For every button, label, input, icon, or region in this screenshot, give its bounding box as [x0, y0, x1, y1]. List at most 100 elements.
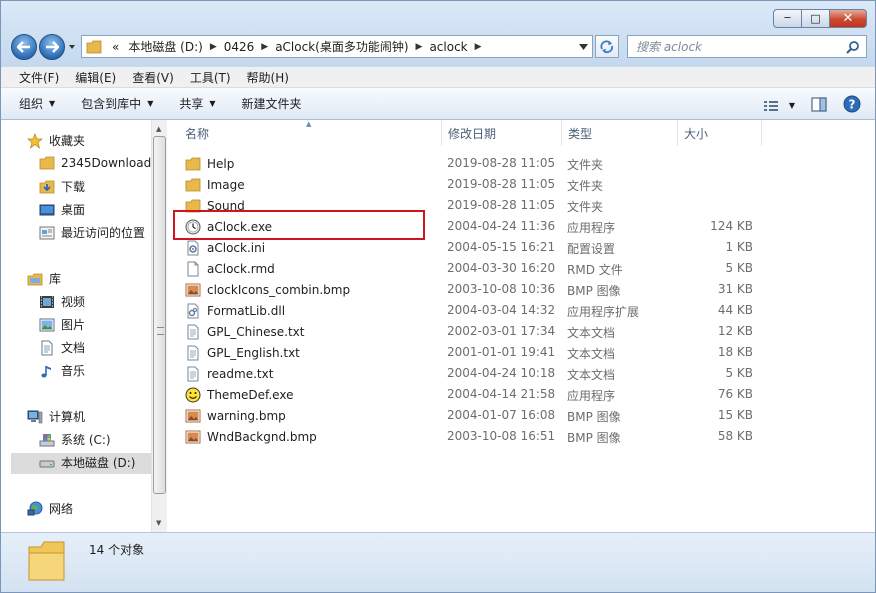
- address-history-dropdown-icon[interactable]: [579, 43, 588, 51]
- text-file-icon: [187, 366, 199, 382]
- table-row[interactable]: Image 2019-08-28 11:05 文件夹: [185, 174, 765, 195]
- chevron-down-icon: ▼: [49, 99, 56, 108]
- address-bar[interactable]: « 本地磁盘 (D:) ▶ 0426 ▶ aClock(桌面多功能闹钟) ▶ a…: [81, 35, 593, 58]
- table-row[interactable]: warning.bmp 2004-01-07 16:08 BMP 图像 15 KB: [185, 405, 765, 426]
- file-size: 5 KB: [725, 366, 753, 380]
- breadcrumb-separator-icon[interactable]: ▶: [414, 42, 425, 52]
- table-row[interactable]: aClock.rmd 2004-03-30 16:20 RMD 文件 5 KB: [185, 258, 765, 279]
- window-controls: ─ □ ✕: [773, 9, 867, 28]
- back-button[interactable]: [11, 34, 37, 60]
- refresh-icon: [600, 39, 613, 53]
- file-name-cell[interactable]: Help: [185, 156, 234, 172]
- scroll-up-icon[interactable]: ▲: [156, 125, 161, 133]
- nav-item-desktop[interactable]: 桌面: [39, 201, 85, 218]
- file-name: ThemeDef.exe: [207, 388, 294, 402]
- annotation-highlight-box: [173, 210, 425, 240]
- include-in-library-button[interactable]: 包含到库中 ▼: [81, 95, 153, 112]
- minimize-button[interactable]: ─: [773, 9, 801, 28]
- nav-favorites[interactable]: 收藏夹: [27, 132, 85, 149]
- refresh-button[interactable]: [595, 35, 619, 58]
- file-name-cell[interactable]: GPL_Chinese.txt: [185, 324, 305, 340]
- breadcrumb-aclock[interactable]: aclock: [424, 40, 472, 54]
- table-row[interactable]: ThemeDef.exe 2004-04-14 21:58 应用程序 76 KB: [185, 384, 765, 405]
- breadcrumb-separator-icon[interactable]: ▶: [208, 42, 219, 52]
- file-name-cell[interactable]: aClock.rmd: [185, 261, 275, 277]
- menu-edit[interactable]: 编辑(E): [67, 69, 124, 86]
- file-name-cell[interactable]: ThemeDef.exe: [185, 387, 293, 403]
- file-name-cell[interactable]: warning.bmp: [185, 408, 286, 424]
- table-row[interactable]: GPL_English.txt 2001-01-01 19:41 文本文档 18 KB: [185, 342, 765, 363]
- breadcrumb-0426[interactable]: 0426: [219, 40, 260, 54]
- file-name-cell[interactable]: FormatLib.dll: [185, 303, 285, 319]
- column-header-name[interactable]: 名称: [179, 120, 441, 146]
- new-folder-button[interactable]: 新建文件夹: [242, 95, 302, 112]
- table-row[interactable]: Help 2019-08-28 11:05 文件夹: [185, 153, 765, 174]
- close-button[interactable]: ✕: [829, 9, 867, 28]
- nav-item-system-c[interactable]: 系统 (C:): [39, 431, 111, 448]
- search-icon[interactable]: [846, 40, 860, 54]
- table-row[interactable]: clockIcons_combin.bmp 2003-10-08 10:36 BMP…: [185, 279, 765, 300]
- search-box[interactable]: 搜索 aclock: [627, 35, 867, 58]
- menu-file[interactable]: 文件(F): [11, 69, 67, 86]
- nav-libraries[interactable]: 库: [27, 270, 61, 287]
- table-row[interactable]: GPL_Chinese.txt 2002-03-01 17:34 文本文档 12 KB: [185, 321, 765, 342]
- file-name: aClock.rmd: [207, 262, 275, 276]
- column-header-size[interactable]: 大小: [677, 120, 761, 146]
- recent-pages-dropdown-icon[interactable]: [67, 42, 77, 52]
- maximize-button[interactable]: □: [801, 9, 829, 28]
- column-header-date[interactable]: 修改日期: [441, 120, 561, 146]
- menu-bar: 文件(F) 编辑(E) 查看(V) 工具(T) 帮助(H): [1, 67, 875, 88]
- view-controls: ▼ ?: [747, 95, 861, 116]
- breadcrumb-aclock-parent[interactable]: aClock(桌面多功能闹钟): [270, 38, 413, 55]
- nav-computer[interactable]: 计算机: [27, 408, 85, 425]
- file-name-cell[interactable]: WndBackgnd.bmp: [185, 429, 317, 445]
- help-button[interactable]: ?: [843, 95, 861, 116]
- column-divider: [761, 120, 768, 146]
- nav-network[interactable]: 网络: [27, 500, 73, 517]
- breadcrumb-overflow[interactable]: «: [108, 40, 123, 54]
- breadcrumb-separator-icon[interactable]: ▶: [473, 42, 484, 52]
- breadcrumb-separator-icon[interactable]: ▶: [259, 42, 270, 52]
- scroll-down-icon[interactable]: ▼: [156, 519, 161, 527]
- nav-item-pictures[interactable]: 图片: [39, 316, 85, 333]
- recent-places-icon: [39, 226, 55, 239]
- file-type: 应用程序: [567, 221, 616, 235]
- nav-item-videos[interactable]: 视频: [39, 293, 85, 310]
- file-name: Help: [207, 157, 235, 171]
- file-name-cell[interactable]: GPL_English.txt: [185, 345, 300, 361]
- share-button[interactable]: 共享 ▼: [179, 95, 215, 112]
- scrollbar-thumb[interactable]: [153, 136, 166, 494]
- nav-item-label: 本地磁盘 (D:): [61, 456, 136, 470]
- menu-tools[interactable]: 工具(T): [182, 69, 239, 86]
- table-row[interactable]: WndBackgnd.bmp 2003-10-08 16:51 BMP 图像 58 K…: [185, 426, 765, 447]
- menu-help[interactable]: 帮助(H): [239, 69, 297, 86]
- file-name-cell[interactable]: Image: [185, 177, 245, 193]
- nav-item-documents[interactable]: 文档: [39, 339, 85, 356]
- table-row[interactable]: FormatLib.dll 2004-03-04 14:32 应用程序扩展 44 KB: [185, 300, 765, 321]
- table-row[interactable]: readme.txt 2004-04-24 10:18 文本文档 5 KB: [185, 363, 765, 384]
- breadcrumb-drive[interactable]: 本地磁盘 (D:): [123, 38, 207, 55]
- column-header-type[interactable]: 类型: [561, 120, 677, 146]
- nav-item-recent-places[interactable]: 最近访问的位置: [39, 224, 145, 241]
- file-size: 18 KB: [717, 345, 753, 359]
- file-name-cell[interactable]: clockIcons_combin.bmp: [185, 282, 350, 298]
- menu-view[interactable]: 查看(V): [124, 69, 182, 86]
- file-name-cell[interactable]: aClock.ini: [185, 240, 265, 256]
- nav-item-local-disk-d[interactable]: 本地磁盘 (D:): [39, 454, 135, 471]
- organize-button[interactable]: 组织 ▼: [19, 95, 55, 112]
- file-name: readme.txt: [207, 367, 274, 381]
- forward-button[interactable]: [39, 34, 65, 60]
- nav-pane-scrollbar[interactable]: ▲ ▼: [151, 120, 167, 532]
- file-date: 2004-04-24 11:36: [447, 219, 556, 233]
- file-type: BMP 图像: [567, 431, 621, 445]
- nav-item-music[interactable]: 音乐: [39, 362, 85, 379]
- nav-item-downloads[interactable]: 下载: [39, 178, 85, 195]
- file-name-cell[interactable]: readme.txt: [185, 366, 273, 382]
- change-view-button[interactable]: [763, 99, 779, 113]
- download-folder-icon: [39, 180, 55, 193]
- view-options-dropdown[interactable]: ▼: [789, 101, 795, 110]
- preview-pane-button[interactable]: [811, 96, 827, 115]
- table-row[interactable]: aClock.ini 2004-05-15 16:21 配置设置 1 KB: [185, 237, 765, 258]
- nav-item-2345downloads[interactable]: 2345Downloads: [39, 155, 151, 171]
- new-folder-label: 新建文件夹: [241, 97, 302, 111]
